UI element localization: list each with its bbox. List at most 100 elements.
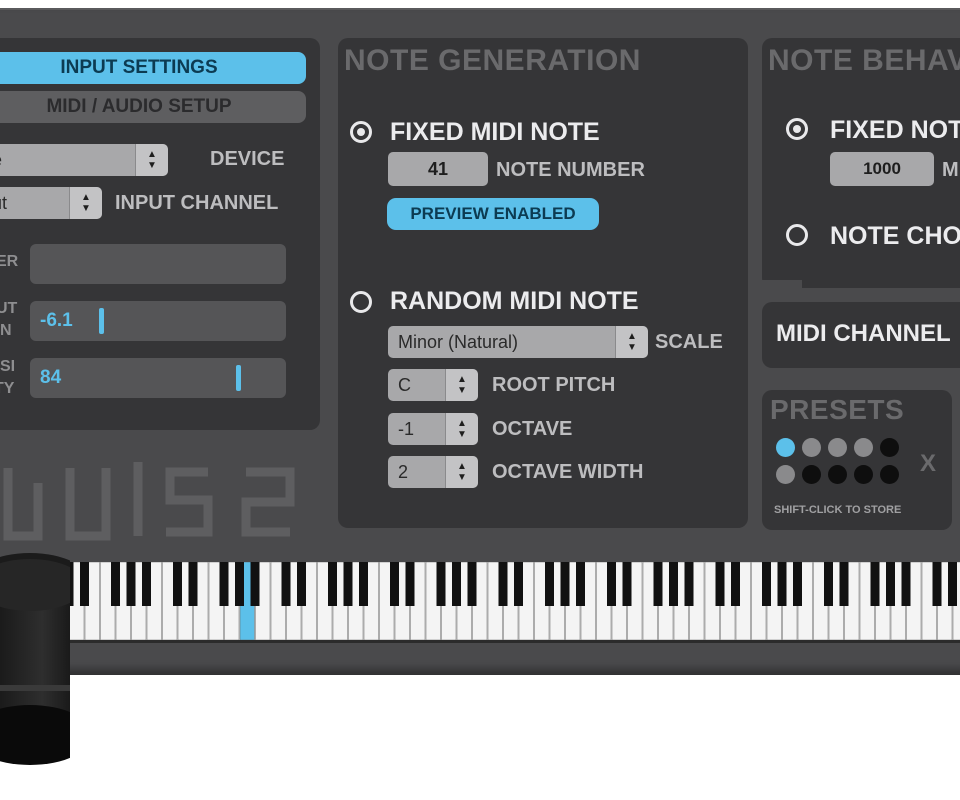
octave-width-label: OCTAVE WIDTH <box>492 461 644 483</box>
preset-slot-8[interactable] <box>828 465 847 484</box>
fixed-note-length-label[interactable]: FIXED NOT <box>830 116 960 145</box>
preset-slot-4[interactable] <box>854 438 873 457</box>
random-midi-note-radio[interactable] <box>350 291 372 313</box>
black-key[interactable] <box>297 562 306 606</box>
row2-label-line1: UT <box>0 300 18 317</box>
black-key[interactable] <box>111 562 120 606</box>
black-key[interactable] <box>762 562 771 606</box>
row1-label: ER <box>0 253 19 270</box>
black-key[interactable] <box>281 562 291 606</box>
black-key[interactable] <box>250 562 260 606</box>
input-channel-select[interactable]: put ▲▼ <box>0 187 102 219</box>
input-channel-select-arrows-icon[interactable]: ▲ ▼ <box>69 187 102 219</box>
row3-label-line1: SI <box>0 358 16 375</box>
black-key[interactable] <box>467 562 477 606</box>
octave-width-value: 2 <box>398 462 409 482</box>
preset-slot-10[interactable] <box>880 465 899 484</box>
input-gain-slider[interactable]: -6.1 <box>30 301 286 341</box>
black-key[interactable] <box>359 562 368 606</box>
black-key[interactable] <box>514 562 523 606</box>
note-generation-title: NOTE GENERATION <box>344 44 641 77</box>
octave-width-select[interactable]: 2 ▲ ▼ <box>388 456 478 488</box>
black-key[interactable] <box>684 562 694 606</box>
black-key[interactable] <box>126 562 136 606</box>
presets-clear-button[interactable]: X <box>920 450 936 478</box>
note-number-label: NOTE NUMBER <box>496 159 645 181</box>
black-key[interactable] <box>948 562 957 606</box>
black-key[interactable] <box>607 562 616 606</box>
note-choke-radio[interactable] <box>786 224 808 246</box>
black-key[interactable] <box>839 562 849 606</box>
random-midi-note-label[interactable]: RANDOM MIDI NOTE <box>390 287 639 316</box>
black-key[interactable] <box>576 562 585 606</box>
panel-notch <box>762 280 802 300</box>
black-key[interactable] <box>731 562 740 606</box>
black-key[interactable] <box>328 562 337 606</box>
tab-input-settings[interactable]: INPUT SETTINGS <box>0 52 306 84</box>
scale-select[interactable]: Minor (Natural) ▲ ▼ <box>388 326 648 358</box>
preset-slot-5[interactable] <box>880 438 899 457</box>
root-pitch-arrows-icon[interactable]: ▲ ▼ <box>445 369 478 401</box>
preset-slot-6[interactable] <box>776 465 795 484</box>
black-key[interactable] <box>545 562 554 606</box>
preset-slot-9[interactable] <box>854 465 873 484</box>
black-key[interactable] <box>622 562 632 606</box>
preset-slot-1[interactable] <box>776 438 795 457</box>
note-behavior-title: NOTE BEHAV <box>768 44 960 77</box>
fixed-midi-note-label[interactable]: FIXED MIDI NOTE <box>390 118 600 147</box>
black-key[interactable] <box>405 562 415 606</box>
black-key[interactable] <box>80 562 89 606</box>
black-key[interactable] <box>343 562 353 606</box>
piano-keyboard[interactable] <box>54 562 960 643</box>
device-label: DEVICE <box>210 148 285 170</box>
midi-channel-label: MIDI CHANNEL <box>776 320 951 347</box>
note-generation-panel <box>338 38 748 528</box>
device-select[interactable]: ire ▲▼ <box>0 144 168 176</box>
black-key[interactable] <box>390 562 399 606</box>
black-key[interactable] <box>436 562 446 606</box>
sensitivity-slider-thumb[interactable] <box>235 365 241 391</box>
scale-select-value: Minor (Natural) <box>398 332 519 352</box>
black-key[interactable] <box>653 562 663 606</box>
black-key[interactable] <box>715 562 725 606</box>
fixed-midi-note-radio[interactable] <box>350 121 372 143</box>
fixed-note-length-radio[interactable] <box>786 118 808 140</box>
octave-value: -1 <box>398 419 415 439</box>
note-length-input[interactable]: 1000 <box>830 152 934 186</box>
octave-width-arrows-icon[interactable]: ▲ ▼ <box>445 456 478 488</box>
black-key[interactable] <box>886 562 895 606</box>
black-key[interactable] <box>173 562 182 606</box>
black-key[interactable] <box>932 562 942 606</box>
octave-select[interactable]: -1 ▲ ▼ <box>388 413 478 445</box>
root-pitch-select[interactable]: C ▲ ▼ <box>388 369 478 401</box>
preset-slot-7[interactable] <box>802 465 821 484</box>
preset-slot-2[interactable] <box>802 438 821 457</box>
tab-midi-audio-setup[interactable]: MIDI / AUDIO SETUP <box>0 91 306 123</box>
octave-arrows-icon[interactable]: ▲ ▼ <box>445 413 478 445</box>
input-gain-slider-thumb[interactable] <box>99 308 104 334</box>
piano-keys[interactable] <box>54 562 960 640</box>
black-key[interactable] <box>793 562 802 606</box>
row1-field[interactable] <box>30 244 286 284</box>
preview-enabled-button[interactable]: PREVIEW ENABLED <box>387 198 599 230</box>
black-key[interactable] <box>498 562 508 606</box>
black-key[interactable] <box>452 562 461 606</box>
black-key[interactable] <box>777 562 787 606</box>
sensitivity-slider[interactable]: 84 <box>30 358 286 398</box>
black-key[interactable] <box>901 562 911 606</box>
note-choke-label[interactable]: NOTE CHO <box>830 222 960 251</box>
black-key[interactable] <box>188 562 198 606</box>
scale-select-arrows-icon[interactable]: ▲ ▼ <box>615 326 648 358</box>
black-key[interactable] <box>219 562 229 606</box>
preset-slot-3[interactable] <box>828 438 847 457</box>
black-key[interactable] <box>870 562 880 606</box>
black-key[interactable] <box>669 562 678 606</box>
sensitivity-value: 84 <box>40 367 62 388</box>
black-key[interactable] <box>235 562 244 606</box>
note-number-input[interactable]: 41 <box>388 152 488 186</box>
device-select-arrows-icon[interactable]: ▲ ▼ <box>135 144 168 176</box>
black-key[interactable] <box>142 562 151 606</box>
black-key[interactable] <box>824 562 833 606</box>
black-key[interactable] <box>560 562 570 606</box>
device-select-value: ire <box>0 150 2 170</box>
